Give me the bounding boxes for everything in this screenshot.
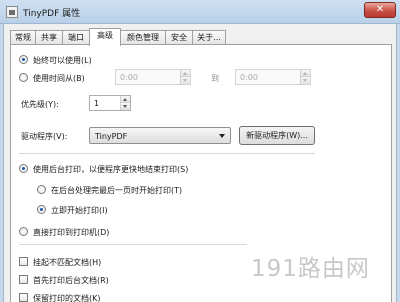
available-from-label: 使用时间从(B) — [33, 74, 85, 83]
site-watermark: 191路由网 — [251, 249, 397, 282]
keep-printed-label: 保留打印的文档(K) — [33, 294, 101, 302]
print-direct-radio[interactable] — [19, 227, 28, 236]
keep-printed-checkbox[interactable] — [19, 293, 28, 302]
window-title: TinyPDF 属性 — [23, 9, 81, 19]
divider — [19, 153, 315, 154]
print-direct-label: 直接打印到打印机(D) — [33, 228, 110, 237]
close-button[interactable]: ✕ — [364, 2, 396, 18]
priority-value: 1 — [94, 99, 100, 108]
driver-select[interactable]: TinyPDF — [89, 127, 231, 144]
to-time-stepper[interactable]: 0:00 — [235, 69, 311, 85]
tab-about[interactable]: 关于... — [192, 30, 226, 45]
spin-down-icon[interactable] — [301, 77, 310, 84]
start-immediately-label: 立即开始打印(I) — [51, 206, 108, 215]
spin-down-icon[interactable] — [121, 103, 130, 110]
to-time-spin[interactable] — [300, 70, 310, 84]
tab-general[interactable]: 常规 — [10, 30, 36, 45]
from-time-stepper[interactable]: 0:00 — [115, 69, 191, 85]
from-time-spin[interactable] — [180, 70, 190, 84]
always-available-label: 始终可以使用(L) — [33, 56, 92, 65]
priority-label: 优先级(Y): — [21, 100, 59, 109]
start-immediately-radio[interactable] — [37, 205, 46, 214]
tab-color-management[interactable]: 颜色管理 — [120, 30, 166, 45]
tab-advanced[interactable]: 高级 — [89, 28, 121, 46]
to-time-value: 0:00 — [240, 73, 258, 82]
tab-ports[interactable]: 端口 — [62, 30, 90, 45]
priority-stepper[interactable]: 1 — [89, 95, 131, 111]
tab-security[interactable]: 安全 — [165, 30, 193, 45]
spin-down-icon[interactable] — [181, 77, 190, 84]
hold-mismatched-checkbox[interactable] — [19, 257, 28, 266]
driver-value: TinyPDF — [95, 132, 128, 141]
divider — [19, 244, 247, 245]
spool-radio[interactable] — [19, 164, 28, 173]
chevron-down-icon — [219, 134, 225, 138]
spin-up-icon[interactable] — [181, 70, 190, 77]
title-bar: TinyPDF 属性 ✕ — [0, 0, 400, 24]
hold-mismatched-label: 挂起不匹配文档(H) — [33, 258, 102, 267]
print-spooled-first-label: 首先打印后台文档(R) — [33, 276, 109, 285]
printer-icon — [6, 6, 18, 18]
watermark-text: 191路由网 — [251, 256, 370, 282]
spool-label: 使用后台打印，以便程序更快地结束打印(S) — [33, 165, 189, 174]
spin-up-icon[interactable] — [121, 96, 130, 103]
always-available-radio[interactable] — [19, 55, 28, 64]
start-after-last-page-radio[interactable] — [37, 185, 46, 194]
tab-sharing[interactable]: 共享 — [35, 30, 63, 45]
new-driver-button[interactable]: 新驱动程序(W)... — [239, 126, 315, 145]
spin-up-icon[interactable] — [301, 70, 310, 77]
available-from-radio[interactable] — [19, 73, 28, 82]
from-time-value: 0:00 — [120, 73, 138, 82]
driver-label: 驱动程序(V): — [21, 132, 68, 141]
to-label: 到 — [211, 74, 219, 83]
priority-spin[interactable] — [120, 96, 130, 110]
print-spooled-first-checkbox[interactable] — [19, 275, 28, 284]
start-after-last-page-label: 在后台处理完最后一页时开始打印(T) — [51, 186, 183, 195]
